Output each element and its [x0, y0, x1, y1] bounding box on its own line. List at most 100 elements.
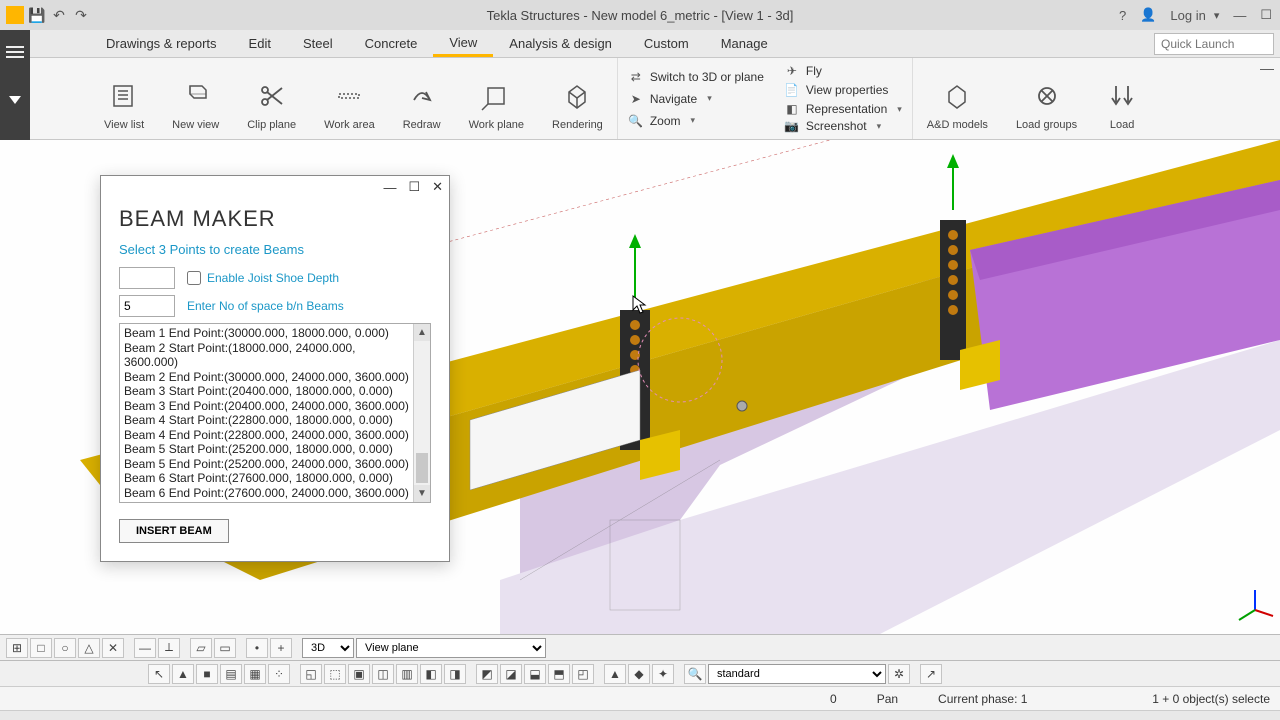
- redraw-icon: [405, 79, 439, 113]
- work-plane-button[interactable]: Work plane: [455, 58, 538, 139]
- snap-square-icon[interactable]: □: [30, 638, 52, 658]
- representation-button[interactable]: ◧Representation▾: [784, 101, 902, 118]
- tab-view[interactable]: View: [433, 30, 493, 57]
- rail-expand-icon[interactable]: [9, 96, 21, 104]
- scroll-up-icon[interactable]: ▲: [414, 324, 430, 341]
- tab-drawings[interactable]: Drawings & reports: [90, 30, 233, 57]
- select-search-icon[interactable]: 🔍: [684, 664, 706, 684]
- list-item: Beam 2 End Point:(30000.000, 24000.000, …: [124, 370, 409, 385]
- snap-x-icon[interactable]: ✕: [102, 638, 124, 658]
- user-icon[interactable]: 👤: [1140, 7, 1156, 23]
- snap-plus-icon[interactable]: +: [270, 638, 292, 658]
- select-square-icon[interactable]: ■: [196, 664, 218, 684]
- rendering-icon: [560, 79, 594, 113]
- save-icon[interactable]: 💾: [28, 6, 46, 24]
- view-plane-select[interactable]: View plane: [356, 638, 546, 658]
- representation-icon: ◧: [784, 101, 800, 117]
- maximize-icon[interactable]: ☐: [1260, 7, 1272, 23]
- switch-3d-button[interactable]: ⇄Switch to 3D or plane: [628, 67, 764, 87]
- select-j-icon[interactable]: ⬒: [548, 664, 570, 684]
- snap-plane1-icon[interactable]: ▱: [190, 638, 212, 658]
- work-area-button[interactable]: Work area: [310, 58, 389, 139]
- tab-analysis[interactable]: Analysis & design: [493, 30, 628, 57]
- new-view-button[interactable]: New view: [158, 58, 233, 139]
- navigate-button[interactable]: ➤Navigate▾: [628, 89, 764, 109]
- list-item: Beam 4 End Point:(22800.000, 24000.000, …: [124, 428, 409, 443]
- snap-line-icon[interactable]: —: [134, 638, 156, 658]
- scroll-down-icon[interactable]: ▼: [414, 485, 430, 502]
- snap-dot-icon[interactable]: •: [246, 638, 268, 658]
- select-a-icon[interactable]: ⬚: [324, 664, 346, 684]
- points-list[interactable]: Beam 1 End Point:(30000.000, 18000.000, …: [120, 324, 413, 502]
- select-box1-icon[interactable]: ▤: [220, 664, 242, 684]
- snap-plane2-icon[interactable]: ▭: [214, 638, 236, 658]
- select-grid-icon[interactable]: ▦: [244, 664, 266, 684]
- view-list-button[interactable]: View list: [90, 58, 158, 139]
- insert-beam-button[interactable]: INSERT BEAM: [119, 519, 229, 543]
- snap-triangle-icon[interactable]: △: [78, 638, 100, 658]
- enable-joist-checkbox[interactable]: Enable Joist Shoe Depth: [187, 271, 339, 285]
- login-link[interactable]: Log in: [1170, 8, 1205, 23]
- snap-perp-icon[interactable]: ⟂: [158, 638, 180, 658]
- select-gear-icon[interactable]: ✲: [888, 664, 910, 684]
- ad-models-button[interactable]: A&D models: [913, 58, 1002, 139]
- tab-concrete[interactable]: Concrete: [349, 30, 434, 57]
- ribbon-tabs: Drawings & reports Edit Steel Concrete V…: [0, 30, 1280, 58]
- tab-steel[interactable]: Steel: [287, 30, 349, 57]
- fly-button[interactable]: ✈Fly: [784, 62, 902, 79]
- select-b-icon[interactable]: ▣: [348, 664, 370, 684]
- view-3d-select[interactable]: 3D: [302, 638, 354, 658]
- zoom-button[interactable]: 🔍Zoom▾: [628, 111, 764, 131]
- select-g-icon[interactable]: ◩: [476, 664, 498, 684]
- load-groups-button[interactable]: Load groups: [1002, 58, 1091, 139]
- collapse-ribbon-icon[interactable]: —: [1260, 60, 1274, 76]
- list-scrollbar[interactable]: ▲ ▼: [413, 324, 430, 502]
- select-d-icon[interactable]: ▥: [396, 664, 418, 684]
- load-icon: [1105, 79, 1139, 113]
- select-n-icon[interactable]: ✦: [652, 664, 674, 684]
- select-f-icon[interactable]: ◨: [444, 664, 466, 684]
- undo-icon[interactable]: ↶: [50, 6, 68, 24]
- select-l-icon[interactable]: ▲: [604, 664, 626, 684]
- properties-icon: 📄: [784, 82, 800, 98]
- snap-crosshair-icon[interactable]: ⊞: [6, 638, 28, 658]
- list-item: Beam 1 End Point:(30000.000, 18000.000, …: [124, 326, 409, 341]
- joist-depth-input[interactable]: [119, 267, 175, 289]
- select-dots-icon[interactable]: ⁘: [268, 664, 290, 684]
- screenshot-button[interactable]: 📷Screenshot▾: [784, 118, 902, 135]
- select-triangle-icon[interactable]: ▲: [172, 664, 194, 684]
- minimize-icon[interactable]: —: [1233, 8, 1246, 23]
- switch-icon: ⇄: [628, 69, 644, 85]
- dialog-maximize-icon[interactable]: ☐: [408, 179, 420, 195]
- quick-launch-input[interactable]: [1154, 33, 1274, 55]
- select-c-icon[interactable]: ◫: [372, 664, 394, 684]
- snap-circle-icon[interactable]: ○: [54, 638, 76, 658]
- clip-plane-button[interactable]: Clip plane: [233, 58, 310, 139]
- dialog-minimize-icon[interactable]: —: [383, 180, 396, 195]
- spaces-input[interactable]: [119, 295, 175, 317]
- fly-icon: ✈: [784, 63, 800, 79]
- select-m-icon[interactable]: ◆: [628, 664, 650, 684]
- tab-manage[interactable]: Manage: [705, 30, 784, 57]
- load-button[interactable]: Load: [1091, 58, 1153, 139]
- redraw-button[interactable]: Redraw: [389, 58, 455, 139]
- select-cube-icon[interactable]: ◱: [300, 664, 322, 684]
- selection-toolbar: ↖ ▲ ■ ▤ ▦ ⁘ ◱ ⬚ ▣ ◫ ▥ ◧ ◨ ◩ ◪ ⬓ ⬒ ◰ ▲ ◆ …: [0, 660, 1280, 686]
- tab-custom[interactable]: Custom: [628, 30, 705, 57]
- select-i-icon[interactable]: ⬓: [524, 664, 546, 684]
- view-properties-button[interactable]: 📄View properties: [784, 81, 902, 98]
- help-icon[interactable]: ?: [1119, 8, 1126, 23]
- redo-icon[interactable]: ↷: [72, 6, 90, 24]
- scroll-thumb[interactable]: [416, 453, 428, 483]
- select-k-icon[interactable]: ◰: [572, 664, 594, 684]
- menu-icon[interactable]: [6, 46, 24, 48]
- standard-select[interactable]: standard: [708, 664, 886, 684]
- select-arrow2-icon[interactable]: ↗: [920, 664, 942, 684]
- dialog-close-icon[interactable]: ✕: [432, 179, 443, 195]
- select-arrow-icon[interactable]: ↖: [148, 664, 170, 684]
- tab-edit[interactable]: Edit: [233, 30, 287, 57]
- select-e-icon[interactable]: ◧: [420, 664, 442, 684]
- login-dropdown-icon[interactable]: ▾: [1214, 9, 1220, 22]
- select-h-icon[interactable]: ◪: [500, 664, 522, 684]
- rendering-button[interactable]: Rendering: [538, 58, 618, 139]
